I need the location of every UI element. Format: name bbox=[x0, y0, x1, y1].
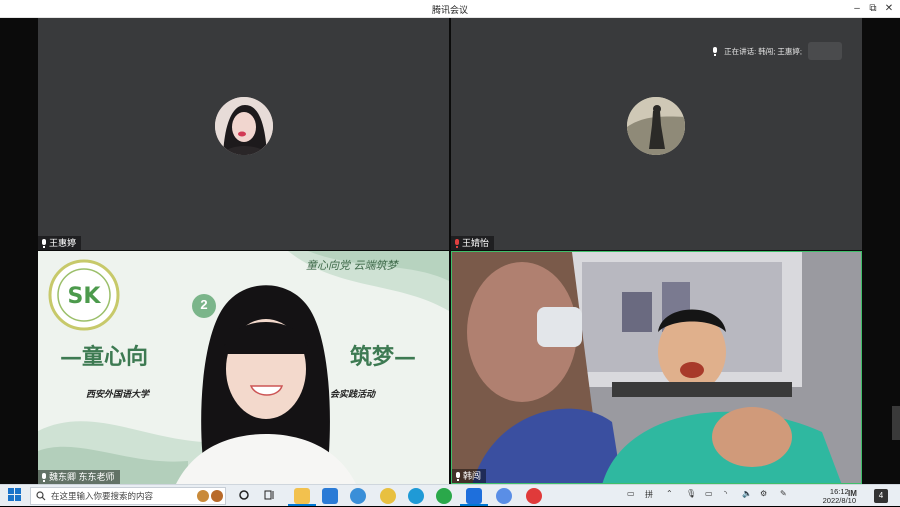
settings-tray-icon[interactable]: ⚙ bbox=[760, 489, 767, 498]
avatar-photo-icon bbox=[627, 97, 685, 155]
pen-icon[interactable]: ✎ bbox=[780, 489, 787, 498]
windows-taskbar: 在这里输入你要搜索的内容 ▭ 拼 ⌃ 🎙 ▭ ◝ 🔈 ⚙ ✎ 16:12 202… bbox=[0, 484, 900, 506]
svg-text:SK: SK bbox=[68, 284, 102, 309]
search-icon bbox=[36, 491, 46, 501]
file-explorer-icon[interactable] bbox=[294, 488, 310, 504]
participant-name: 魏东卿 东东老师 bbox=[49, 472, 115, 482]
classroom-video bbox=[452, 252, 861, 483]
edge-icon[interactable] bbox=[408, 488, 424, 504]
speaker-thumbnail bbox=[808, 42, 842, 60]
cortana-icon bbox=[239, 490, 249, 500]
task-view-button[interactable] bbox=[264, 488, 276, 504]
animal-sticker-icon bbox=[197, 490, 209, 502]
participant-tile[interactable]: 正在讲话: 韩闯; 王惠婷; 王婧怡 bbox=[451, 18, 862, 250]
chevron-up-icon[interactable]: ⌃ bbox=[666, 489, 673, 498]
app-icon[interactable] bbox=[380, 488, 396, 504]
tray-icon[interactable]: ▭ bbox=[627, 489, 635, 498]
participant-nameplate: 王惠婷 bbox=[38, 236, 82, 250]
participant-tile[interactable]: SK 2 童心向党 云端筑梦 —童心向 筑梦— 西安外国语大学 会实践活动 魏东… bbox=[38, 251, 449, 484]
participant-nameplate: 王婧怡 bbox=[451, 236, 495, 250]
side-panel-handle[interactable] bbox=[892, 406, 900, 440]
microphone-icon bbox=[455, 471, 461, 481]
tencent-meeting-icon[interactable] bbox=[466, 488, 482, 504]
wifi-icon[interactable]: ◝ bbox=[724, 489, 727, 498]
avatar bbox=[215, 97, 273, 155]
microphone-muted-icon bbox=[454, 238, 460, 248]
presenter-video bbox=[176, 285, 356, 484]
netease-music-icon[interactable] bbox=[526, 488, 542, 504]
search-highlight-icons bbox=[197, 490, 225, 502]
microphone-icon bbox=[41, 238, 47, 248]
animal-sticker-icon bbox=[211, 490, 223, 502]
ime-indicator[interactable]: 拼 bbox=[645, 489, 653, 500]
notification-count: 4 bbox=[878, 491, 884, 500]
microphone-icon bbox=[41, 472, 47, 482]
minimize-button[interactable]: – bbox=[850, 2, 864, 16]
participant-nameplate: 魏东卿 东东老师 bbox=[38, 470, 120, 484]
taskbar-search-input[interactable]: 在这里输入你要搜索的内容 bbox=[30, 487, 226, 505]
participant-tile[interactable]: 韩闯 bbox=[451, 251, 862, 484]
windows-start-button[interactable] bbox=[8, 488, 24, 504]
microphone-icon bbox=[712, 46, 718, 56]
participant-name: 韩闯 bbox=[463, 471, 482, 481]
speaking-indicator: 正在讲话: 韩闯; 王惠婷; bbox=[712, 42, 842, 60]
participant-name: 王惠婷 bbox=[49, 238, 77, 248]
window-title: 腾讯会议 bbox=[431, 5, 468, 15]
app-tray-icon[interactable]: IM bbox=[848, 489, 857, 498]
mail-icon[interactable] bbox=[322, 488, 338, 504]
wechat-icon[interactable] bbox=[436, 488, 452, 504]
slide-banner-left: —童心向 bbox=[60, 344, 149, 370]
browser-icon[interactable] bbox=[350, 488, 366, 504]
restore-button[interactable]: ⧉ bbox=[866, 2, 880, 16]
slide-subtitle-left: 西安外国语大学 bbox=[86, 389, 150, 399]
speaking-label: 正在讲话: 韩闯; 王惠婷; bbox=[724, 46, 802, 56]
participant-nameplate: 韩闯 bbox=[452, 469, 487, 483]
video-grid: 王惠婷 正在讲话: 韩闯; 王惠婷; 王婧怡 SK 2 童心向党 云端筑梦 —童… bbox=[0, 18, 900, 484]
avatar-photo-icon bbox=[215, 97, 273, 155]
participant-tile[interactable]: 王惠婷 bbox=[38, 18, 449, 250]
close-button[interactable]: ✕ bbox=[882, 2, 896, 16]
window-titlebar: 腾讯会议 – ⧉ ✕ bbox=[0, 0, 900, 18]
windows-logo-icon bbox=[8, 488, 21, 501]
cortana-button[interactable] bbox=[238, 488, 250, 504]
volume-icon[interactable]: 🔈 bbox=[742, 489, 752, 498]
slide-calligraphy: 童心向党 云端筑梦 bbox=[306, 259, 398, 272]
avatar bbox=[627, 97, 685, 155]
task-view-icon bbox=[264, 490, 274, 500]
search-placeholder: 在这里输入你要搜索的内容 bbox=[51, 491, 154, 501]
notification-button[interactable]: 4 bbox=[874, 489, 888, 503]
slide-banner-right: 筑梦— bbox=[350, 344, 417, 370]
participant-name: 王婧怡 bbox=[462, 238, 490, 248]
app-icon[interactable] bbox=[496, 488, 512, 504]
battery-icon[interactable]: ▭ bbox=[705, 489, 713, 498]
microphone-tray-icon[interactable]: 🎙 bbox=[686, 489, 696, 498]
